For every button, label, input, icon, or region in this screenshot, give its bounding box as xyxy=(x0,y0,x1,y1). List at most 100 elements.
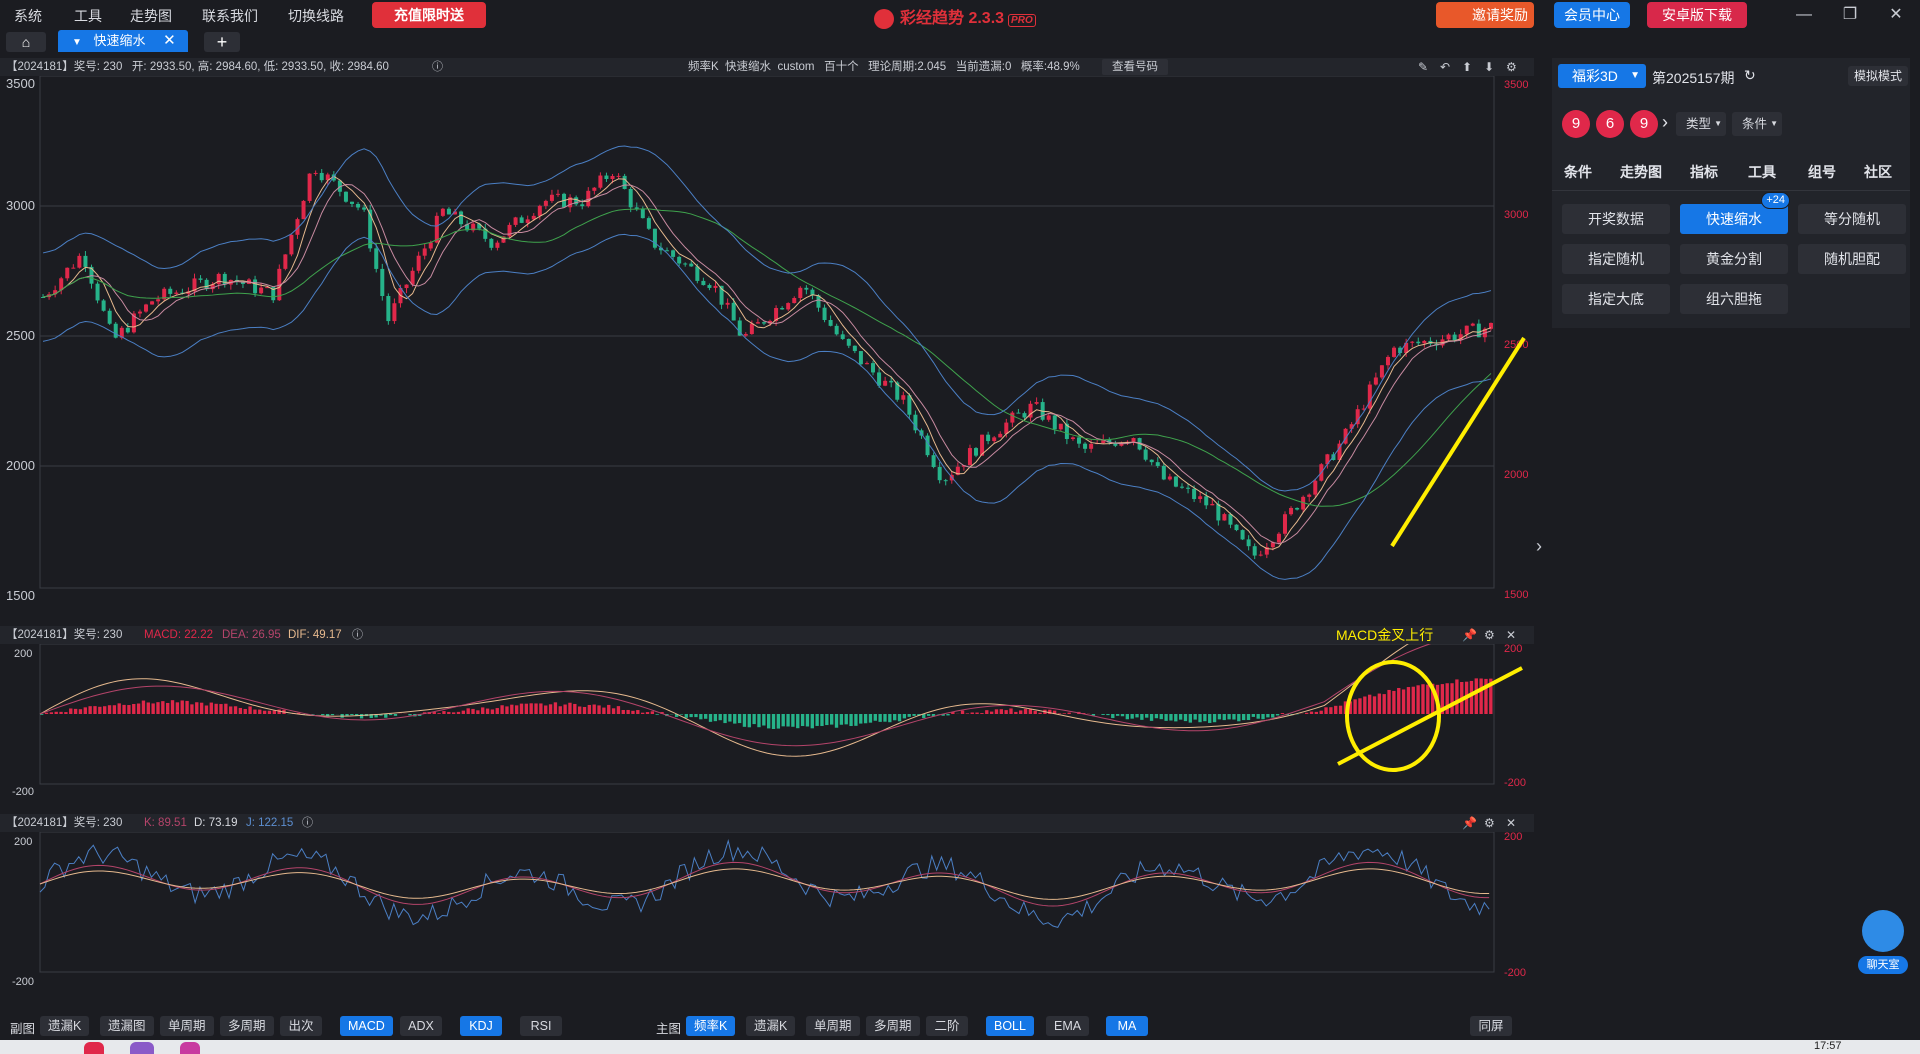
refresh-icon[interactable]: ↻ xyxy=(1744,67,1756,84)
menu-tools[interactable]: 工具 xyxy=(74,6,102,26)
macd-bar xyxy=(747,714,751,728)
main-btn-omission-k[interactable]: 遗漏K xyxy=(746,1016,796,1036)
side-tab-condition[interactable]: 条件 xyxy=(1564,162,1592,182)
candle-body xyxy=(65,267,70,279)
fn-specified-random[interactable]: 指定随机 xyxy=(1562,244,1670,274)
macd-bar xyxy=(1062,713,1066,714)
fn-group6-drag[interactable]: 组六胆拖 xyxy=(1680,284,1788,314)
macd-bar xyxy=(199,702,204,714)
macd-bar xyxy=(59,711,63,714)
sub-btn-rsi[interactable]: RSI xyxy=(520,1016,562,1036)
menu-switch-line[interactable]: 切换线路 xyxy=(288,6,344,26)
candle-body xyxy=(137,311,142,314)
restore-icon[interactable]: ❐ xyxy=(1838,4,1862,26)
fn-specified-base[interactable]: 指定大底 xyxy=(1562,284,1670,314)
promo-button[interactable]: 充值限时送 xyxy=(372,2,486,28)
macd-bar xyxy=(839,714,844,725)
minimize-icon[interactable]: — xyxy=(1792,4,1816,26)
macd-bar xyxy=(490,709,495,714)
edit-icon[interactable]: ✎ xyxy=(1418,58,1428,76)
macd-chart[interactable]: 200 -200 xyxy=(0,644,1534,806)
side-tab-group[interactable]: 组号 xyxy=(1808,162,1836,182)
tab-dropdown-icon[interactable]: ▼ xyxy=(72,37,82,48)
up-icon[interactable]: ⬆ xyxy=(1462,58,1472,76)
main-btn-boll[interactable]: BOLL xyxy=(986,1016,1034,1036)
kdj-close-icon[interactable]: ✕ xyxy=(1506,814,1516,832)
sync-screen-button[interactable]: 同屏 xyxy=(1470,1016,1512,1036)
candle-body xyxy=(1155,462,1160,466)
side-tab-community[interactable]: 社区 xyxy=(1864,162,1892,182)
lottery-dropdown-icon: ▼ xyxy=(1630,70,1640,81)
sub-btn-count[interactable]: 出次 xyxy=(280,1016,322,1036)
taskbar-app-icon-2[interactable] xyxy=(130,1042,154,1054)
menu-contact[interactable]: 联系我们 xyxy=(202,6,258,26)
kdj-help-icon[interactable]: ⓘ xyxy=(302,814,313,832)
add-tab-button[interactable]: + xyxy=(204,32,240,52)
sub-btn-omission-chart[interactable]: 遗漏图 xyxy=(100,1016,154,1036)
settings-icon[interactable]: ⚙ xyxy=(1506,58,1517,76)
sub-btn-omission-k[interactable]: 遗漏K xyxy=(40,1016,90,1036)
pin-icon[interactable]: 📌 xyxy=(1462,626,1477,644)
kdj-pin-icon[interactable]: 📌 xyxy=(1462,814,1477,832)
side-tab-trend[interactable]: 走势图 xyxy=(1620,162,1662,182)
close-window-icon[interactable]: ✕ xyxy=(1884,4,1908,26)
menu-trend[interactable]: 走势图 xyxy=(130,6,172,26)
help-icon[interactable]: ⓘ xyxy=(432,58,443,76)
fn-draw-data[interactable]: 开奖数据 xyxy=(1562,204,1670,234)
condition-dropdown[interactable]: 条件 ▼ xyxy=(1732,112,1782,136)
main-btn-ma[interactable]: MA xyxy=(1106,1016,1148,1036)
main-btn-multi-period[interactable]: 多周期 xyxy=(866,1016,920,1036)
sub-btn-adx[interactable]: ADX xyxy=(400,1016,442,1036)
candle-body xyxy=(1392,347,1397,357)
type-dropdown[interactable]: 类型 ▼ xyxy=(1676,112,1726,136)
taskbar-app-icon[interactable] xyxy=(84,1042,104,1054)
kdj-settings-icon[interactable]: ⚙ xyxy=(1484,814,1495,832)
macd-close-icon[interactable]: ✕ xyxy=(1506,626,1516,644)
collapse-sidebar-icon[interactable]: › xyxy=(1536,536,1542,557)
fn-quick-shrink[interactable]: 快速缩水 +24 xyxy=(1680,192,1790,234)
macd-bar xyxy=(185,700,189,714)
sub-btn-macd[interactable]: MACD xyxy=(340,1016,393,1036)
macd-bar xyxy=(558,706,562,714)
chat-room-widget[interactable]: 聊天室 xyxy=(1858,910,1908,980)
down-icon[interactable]: ⬇ xyxy=(1484,58,1494,76)
simulate-mode-button[interactable]: 模拟模式 xyxy=(1848,66,1909,86)
home-button[interactable]: ⌂ xyxy=(6,32,46,52)
invite-button[interactable]: 邀请奖励 xyxy=(1436,2,1534,28)
main-btn-second-order[interactable]: 二阶 xyxy=(926,1016,968,1036)
tab-quick-shrink[interactable]: ▼ 快速缩水 ✕ xyxy=(58,30,188,52)
side-tab-tools[interactable]: 工具 xyxy=(1748,162,1776,182)
side-tab-indicator[interactable]: 指标 xyxy=(1690,162,1718,182)
fn-random-dan[interactable]: 随机胆配 xyxy=(1798,244,1906,274)
indicator-bar: 副图 遗漏K 遗漏图 单周期 多周期 出次 MACD ADX KDJ RSI 主… xyxy=(0,1014,1534,1038)
kdj-chart[interactable]: 200 -200 xyxy=(0,832,1534,1010)
macd-bar xyxy=(621,709,625,714)
main-btn-single-period[interactable]: 单周期 xyxy=(806,1016,860,1036)
lookup-button[interactable]: 查看号码 xyxy=(1102,59,1168,75)
candle-body xyxy=(992,437,997,442)
macd-bar xyxy=(655,714,659,715)
sub-btn-multi-period[interactable]: 多周期 xyxy=(220,1016,274,1036)
macd-settings-icon[interactable]: ⚙ xyxy=(1484,626,1495,644)
fn-golden-split[interactable]: 黄金分割 xyxy=(1680,244,1788,274)
tab-close-icon[interactable]: ✕ xyxy=(163,32,176,49)
macd-bar xyxy=(728,714,732,722)
main-btn-freq-k[interactable]: 频率K xyxy=(686,1016,736,1036)
menu-system[interactable]: 系统 xyxy=(14,6,42,26)
candlestick-chart[interactable]: 3500 3000 2500 2000 1500 xyxy=(0,76,1534,624)
macd-header: 【2024181】奖号: 230 MACD: 22.22 DEA: 26.95 … xyxy=(0,626,1534,644)
android-download-button[interactable]: 安卓版下载 xyxy=(1647,2,1747,28)
taskbar-app-icon-3[interactable] xyxy=(180,1042,200,1054)
fn-equal-random[interactable]: 等分随机 xyxy=(1798,204,1906,234)
lottery-select[interactable]: 福彩3D ▼ xyxy=(1558,64,1646,88)
candle-body xyxy=(580,204,585,207)
back-icon[interactable]: ↶ xyxy=(1440,58,1450,76)
next-arrow-icon[interactable]: › xyxy=(1662,112,1668,133)
main-btn-ema[interactable]: EMA xyxy=(1046,1016,1090,1036)
member-center-button[interactable]: 会员中心 xyxy=(1554,2,1630,28)
sub-btn-kdj[interactable]: KDJ xyxy=(460,1016,502,1036)
candle-body xyxy=(671,250,676,257)
sub-btn-single-period[interactable]: 单周期 xyxy=(160,1016,214,1036)
macd-help-icon[interactable]: ⓘ xyxy=(352,626,363,644)
k-line xyxy=(39,861,1490,907)
